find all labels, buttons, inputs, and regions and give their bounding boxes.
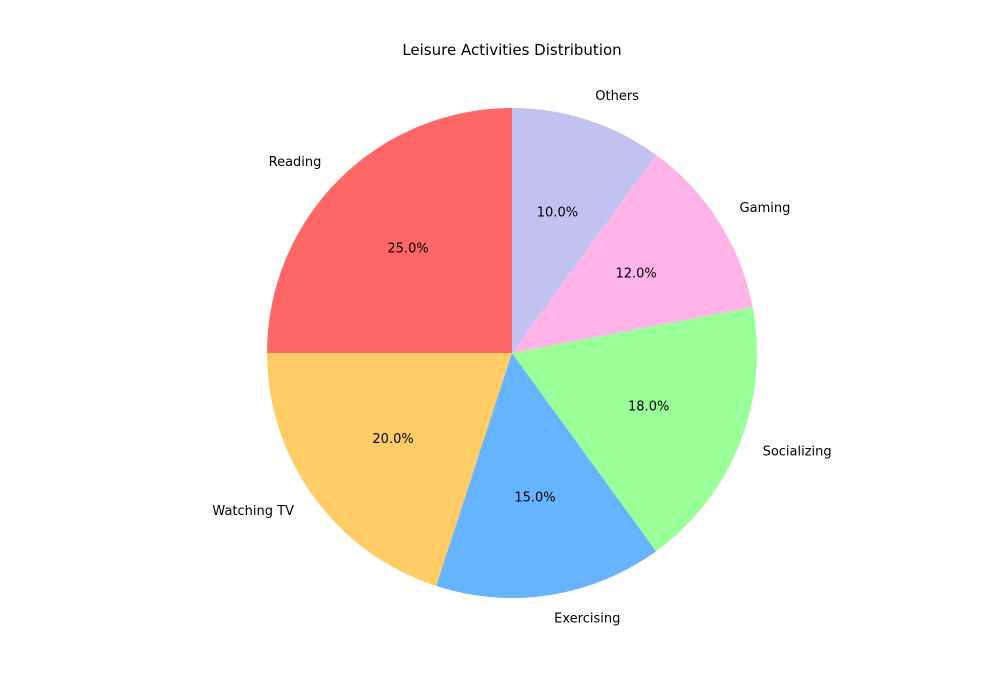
slice-percent-label: 15.0% <box>514 491 555 506</box>
pie-slices <box>267 108 758 599</box>
pie-chart: Leisure Activities Distribution Reading W… <box>212 41 832 627</box>
chart-title: Leisure Activities Distribution <box>402 41 621 59</box>
slice-label: Socializing <box>763 445 832 460</box>
slice-label: Others <box>595 89 639 104</box>
slice-percent-label: 25.0% <box>387 242 428 257</box>
slice-label: Watching TV <box>212 504 294 519</box>
slice-percent-label: 10.0% <box>537 206 578 221</box>
chart-container: Leisure Activities Distribution Reading W… <box>0 0 1000 700</box>
slice-label: Gaming <box>740 201 791 216</box>
pie-slice-reading <box>267 108 512 353</box>
slice-label: Reading <box>269 155 322 170</box>
slice-percent-label: 20.0% <box>372 432 413 447</box>
slice-percent-label: 12.0% <box>615 267 656 282</box>
slice-percent-label: 18.0% <box>628 400 669 415</box>
slice-label: Exercising <box>554 612 620 627</box>
